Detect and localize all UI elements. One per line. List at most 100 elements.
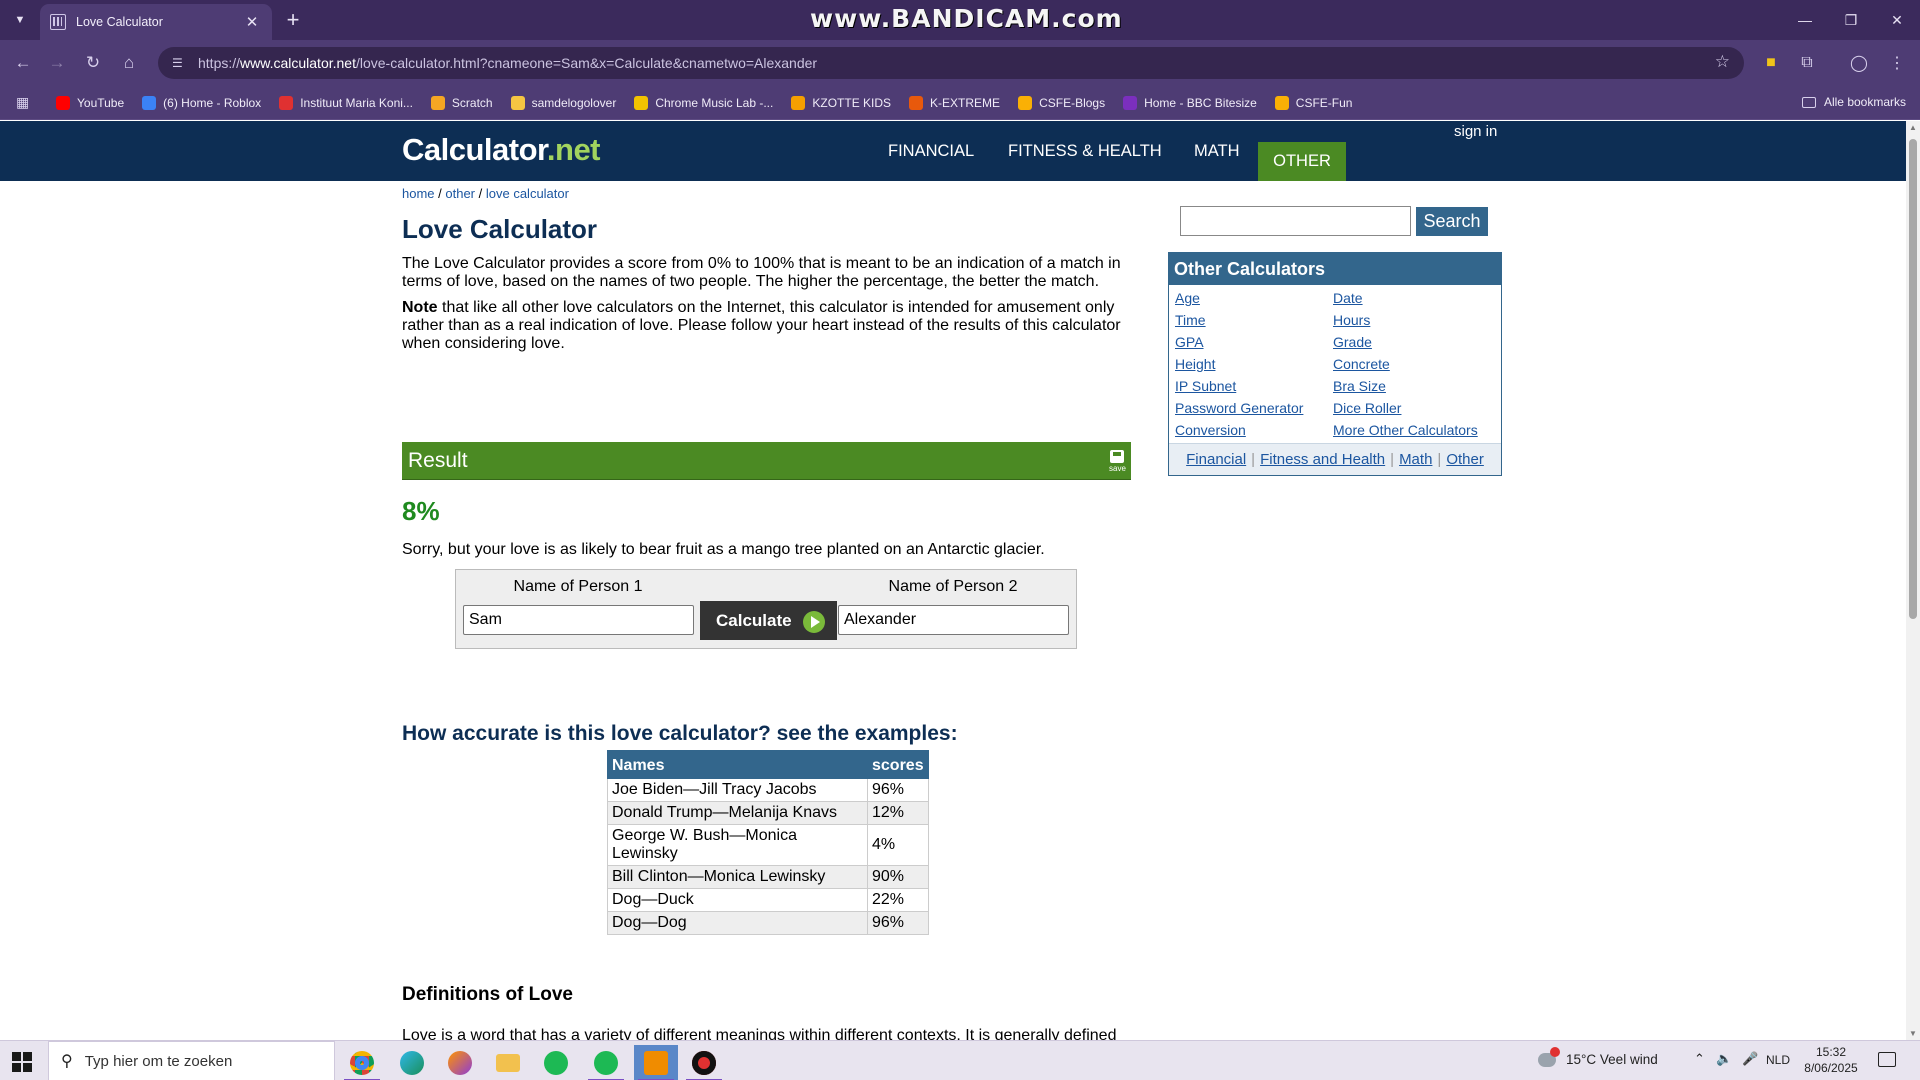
breadcrumb-other[interactable]: other [445,186,475,201]
calculator-link[interactable]: Conversion [1175,422,1246,438]
spotify-window-icon[interactable] [584,1045,628,1080]
taskbar-search-box[interactable]: ⚲ Typ hier om te zoeken [48,1041,335,1080]
note-bold: Note [402,299,438,316]
person2-name-input[interactable] [838,605,1069,635]
extension-icon[interactable]: ■ [1758,50,1784,76]
bookmark-favicon-icon [430,95,445,110]
weather-widget[interactable]: 15°C Veel wind [1538,1046,1658,1067]
breadcrumb-love-calculator[interactable]: love calculator [486,186,569,201]
site-search-input[interactable] [1180,206,1411,236]
bookmark-item[interactable]: K-EXTREME [909,95,1000,110]
back-arrow-icon[interactable]: ← [10,50,36,76]
profile-icon[interactable]: ◯ [1846,50,1872,76]
tray-chevron-icon[interactable]: ⌃ [1694,1051,1705,1067]
calculator-link[interactable]: Hours [1333,312,1370,328]
bookmark-favicon-icon [1123,95,1138,110]
edge-app-icon[interactable] [390,1045,434,1080]
close-window-icon[interactable]: ✕ [1874,0,1920,40]
home-icon[interactable]: ⌂ [116,50,142,76]
calculator-link[interactable]: Concrete [1333,356,1390,372]
active-app-icon[interactable] [634,1045,678,1080]
bandicam-app-icon[interactable] [682,1045,726,1080]
bookmark-item[interactable]: CSFE-Blogs [1018,95,1105,110]
breadcrumb-home[interactable]: home [402,186,435,201]
calculator-link[interactable]: Grade [1333,334,1372,350]
save-icon[interactable]: save [1109,450,1126,473]
forward-arrow-icon[interactable]: → [44,50,70,76]
footer-link-math[interactable]: Math [1399,451,1432,468]
notification-icon[interactable] [1878,1052,1896,1067]
close-tab-icon[interactable]: ✕ [242,13,262,31]
scroll-up-icon[interactable]: ▲ [1909,123,1917,132]
calculator-link[interactable]: GPA [1175,334,1204,350]
footer-link-financial[interactable]: Financial [1186,451,1246,468]
bookmark-item[interactable]: CSFE-Fun [1274,95,1352,110]
bookmark-item[interactable]: YouTube [56,95,124,110]
nav-financial[interactable]: FINANCIAL [888,142,974,161]
bookmark-item[interactable]: Chrome Music Lab -... [634,95,773,110]
apps-grid-icon[interactable]: ▦ [16,94,36,111]
names-cell: Bill Clinton—Monica Lewinsky [607,865,868,889]
folder-icon [1801,96,1816,108]
all-bookmarks-button[interactable]: Alle bookmarks [1801,95,1906,109]
calculator-link[interactable]: Date [1333,290,1363,306]
bookmark-label: KZOTTE KIDS [812,95,892,110]
nav-math[interactable]: MATH [1194,142,1240,161]
footer-link-other[interactable]: Other [1446,451,1484,468]
result-verdict: Sorry, but your love is as likely to bea… [402,541,1045,558]
calculator-link[interactable]: Password Generator [1175,400,1303,416]
weather-wind-icon [1538,1046,1560,1067]
score-cell: 22% [867,888,929,912]
windows-taskbar: ⚲ Typ hier om te zoeken 15°C Veel wind ⌃… [0,1040,1920,1080]
bookmark-item[interactable]: KZOTTE KIDS [791,95,892,110]
system-clock[interactable]: 15:32 8/06/2025 [1800,1044,1862,1076]
restore-icon[interactable]: ❐ [1828,0,1874,40]
calculator-link[interactable]: IP Subnet [1175,378,1236,394]
address-bar[interactable]: ☰ https://www.calculator.net/love-calcul… [158,47,1744,79]
scrollbar-thumb[interactable] [1909,139,1917,619]
file-explorer-icon[interactable] [486,1045,530,1080]
bookmark-item[interactable]: samdelogolover [510,95,616,110]
bookmark-item[interactable]: (6) Home - Roblox [142,95,261,110]
site-info-icon[interactable]: ☰ [172,56,188,70]
calculator-link[interactable]: Bra Size [1333,378,1386,394]
reload-icon[interactable]: ↻ [80,50,106,76]
calculator-link[interactable]: Height [1175,356,1215,372]
footer-link-fitness-health[interactable]: Fitness and Health [1260,451,1385,468]
tab-list-chevron-icon[interactable]: ▼ [8,8,32,32]
volume-icon[interactable]: 🔈 [1716,1051,1732,1067]
bookmark-star-icon[interactable]: ☆ [1715,52,1730,72]
windows-start-icon[interactable] [12,1052,32,1072]
browser-tab[interactable]: Love Calculator ✕ [40,4,272,40]
language-indicator[interactable]: NLD [1766,1053,1790,1067]
person1-name-input[interactable] [463,605,694,635]
bookmark-item[interactable]: Home - BBC Bitesize [1123,95,1257,110]
new-tab-plus-icon[interactable]: + [280,7,306,33]
names-cell: George W. Bush—Monica Lewinsky [607,824,868,866]
minimize-icon[interactable]: — [1782,0,1828,40]
menu-kebab-icon[interactable]: ⋮ [1884,50,1910,76]
bookmark-favicon-icon [56,95,70,110]
nav-other[interactable]: OTHER [1258,142,1346,181]
extensions-puzzle-icon[interactable]: ⧉ [1794,50,1820,76]
site-logo[interactable]: Calculator.net [402,132,601,168]
bookmark-item[interactable]: Instituut Maria Koni... [279,95,413,110]
chrome-app-icon[interactable] [340,1045,384,1080]
calculator-link[interactable]: More Other Calculators [1333,422,1478,438]
microphone-icon[interactable]: 🎤 [1742,1051,1758,1067]
spotify-app-icon[interactable] [534,1045,578,1080]
calculator-link[interactable]: Time [1175,312,1206,328]
nav-fitness-health[interactable]: FITNESS & HEALTH [1008,142,1162,161]
result-label: Result [408,449,468,472]
sign-in-link[interactable]: sign in [1454,123,1497,140]
page-scrollbar[interactable]: ▲ ▼ [1906,121,1920,1040]
calculate-button[interactable]: Calculate [700,601,837,640]
bookmark-item[interactable]: Scratch [430,95,493,110]
all-bookmarks-label: Alle bookmarks [1823,95,1906,109]
calculator-link[interactable]: Dice Roller [1333,400,1401,416]
calculator-link[interactable]: Age [1175,290,1200,306]
scroll-down-icon[interactable]: ▼ [1909,1029,1917,1038]
firefox-app-icon[interactable] [438,1045,482,1080]
search-button[interactable]: Search [1416,207,1488,236]
examples-table-body: Joe Biden—Jill Tracy Jacobs 96% Donald Tru… [607,778,929,935]
